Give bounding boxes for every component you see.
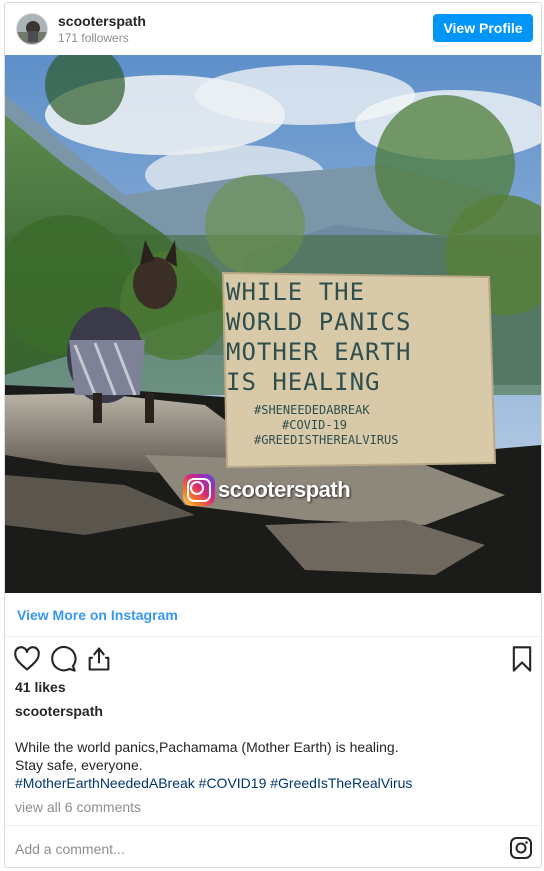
- sign-line: WORLD PANICS: [226, 308, 412, 336]
- instagram-logo-icon: [183, 474, 215, 506]
- caption-username[interactable]: scooterspath: [15, 703, 103, 719]
- view-comments-link[interactable]: view all 6 comments: [15, 799, 141, 815]
- bookmark-icon[interactable]: [508, 645, 536, 673]
- instagram-icon[interactable]: [509, 836, 533, 860]
- caption-hashtags[interactable]: #MotherEarthNeededABreak #COVID19 #Greed…: [15, 774, 412, 792]
- post-image[interactable]: WHILE THE WORLD PANICS MOTHER EARTH IS H…: [5, 55, 541, 593]
- caption-text: While the world panics,Pachamama (Mother…: [15, 739, 399, 755]
- sign-line: MOTHER EARTH: [226, 338, 412, 366]
- sign-text: WHILE THE WORLD PANICS MOTHER EARTH IS H…: [226, 277, 486, 448]
- view-more-link[interactable]: View More on Instagram: [17, 607, 178, 623]
- share-icon[interactable]: [85, 645, 113, 673]
- view-profile-button[interactable]: View Profile: [433, 14, 533, 42]
- sign-hashtag: #SHENEEDEDABREAK: [254, 403, 370, 417]
- sign-hashtag: #GREEDISTHEREALVIRUS: [254, 433, 399, 447]
- view-more-row: View More on Instagram: [5, 593, 541, 637]
- watermark: scooterspath: [183, 473, 351, 507]
- instagram-embed-card: scooterspath 171 followers View Profile: [4, 2, 542, 868]
- like-count[interactable]: 41 likes: [15, 679, 66, 695]
- heart-icon[interactable]: [13, 645, 41, 673]
- comment-icon[interactable]: [49, 645, 77, 673]
- sign-hashtag: #COVID-19: [282, 418, 348, 432]
- sign-line: IS HEALING: [226, 368, 381, 396]
- comment-row: [5, 825, 541, 867]
- sign-line: WHILE THE: [226, 278, 366, 306]
- caption: While the world panics,Pachamama (Mother…: [15, 738, 412, 792]
- comment-input[interactable]: [15, 838, 455, 860]
- username[interactable]: scooterspath: [58, 13, 146, 29]
- action-bar: [5, 639, 541, 679]
- follower-count: 171 followers: [58, 31, 129, 45]
- caption-text: Stay safe, everyone.: [15, 757, 143, 773]
- post-header: scooterspath 171 followers View Profile: [5, 3, 541, 55]
- avatar[interactable]: [16, 13, 48, 45]
- watermark-text: scooterspath: [218, 477, 351, 502]
